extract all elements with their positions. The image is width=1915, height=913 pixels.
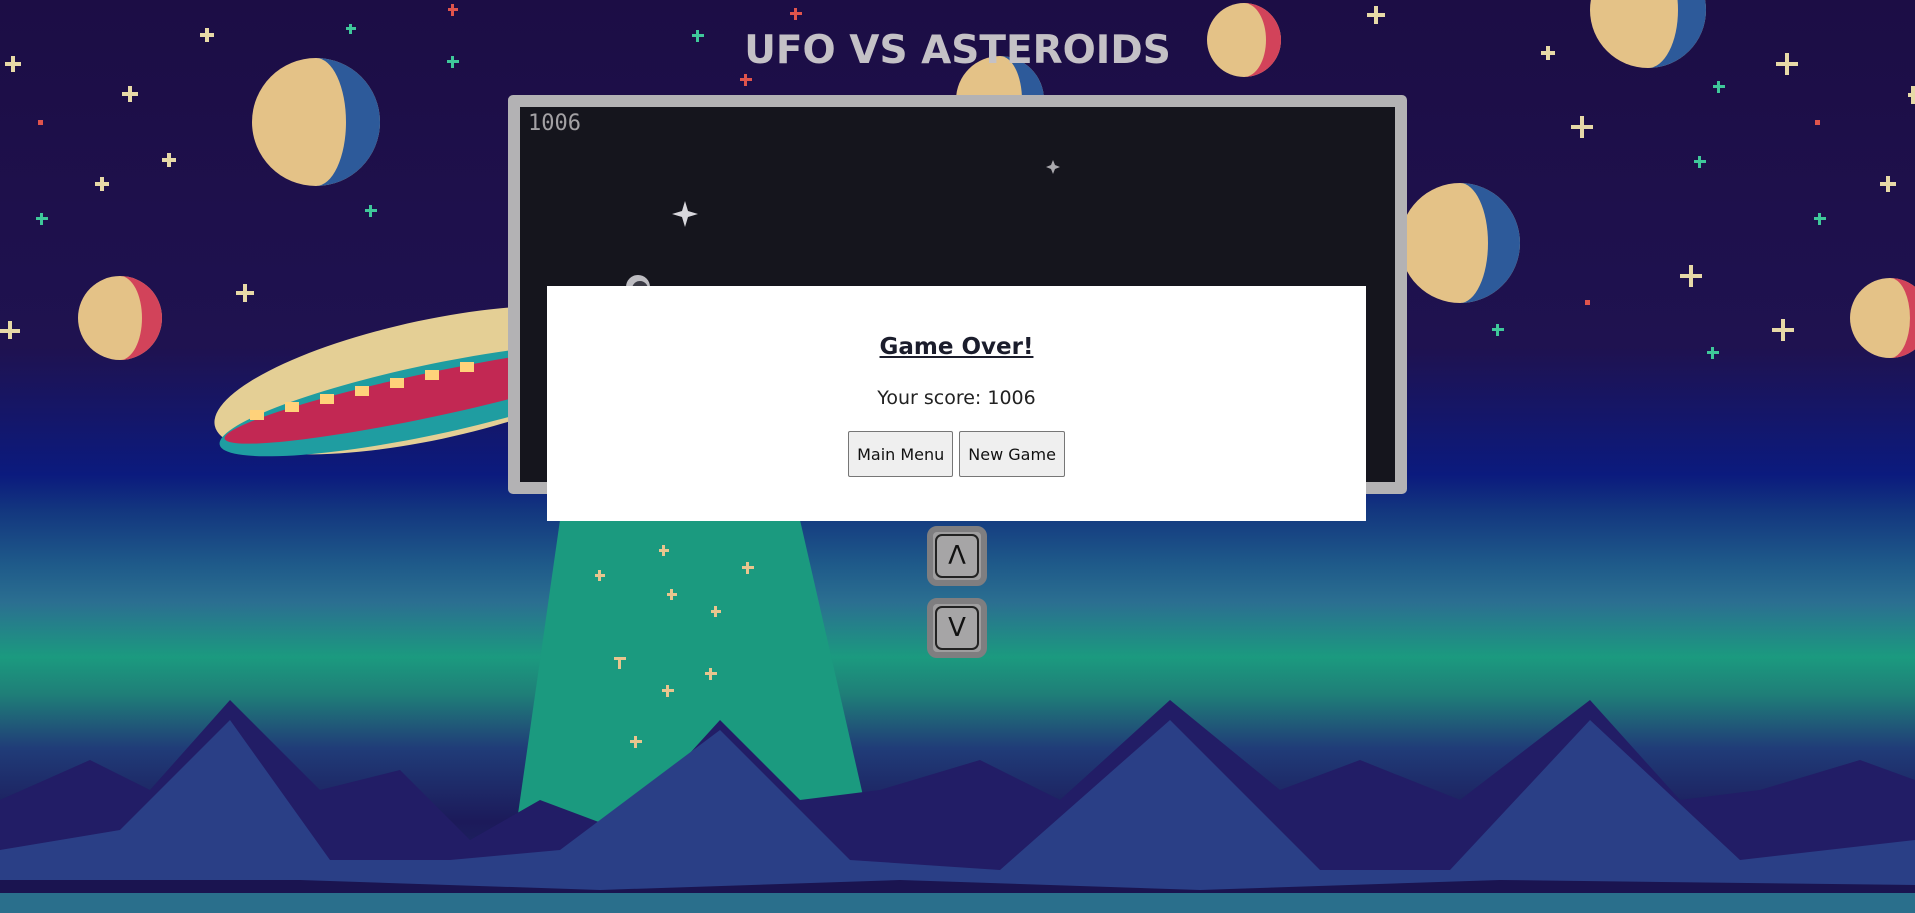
page-title: UFO VS ASTEROIDS — [744, 28, 1171, 73]
game-over-title: Game Over! — [879, 334, 1034, 360]
main-menu-button[interactable]: Main Menu — [848, 431, 954, 477]
new-game-button[interactable]: New Game — [959, 431, 1065, 477]
dialog-actions: Main Menu New Game — [547, 431, 1366, 477]
move-up-button[interactable]: Λ — [927, 526, 987, 586]
sparkle-icon — [672, 201, 698, 227]
down-arrow-icon: V — [935, 606, 979, 650]
background-mountains — [0, 700, 1915, 913]
final-score-text: Your score: 1006 — [877, 387, 1036, 409]
move-down-button[interactable]: V — [927, 598, 987, 658]
sparkle-icon — [1046, 160, 1060, 174]
up-arrow-icon: Λ — [935, 534, 979, 578]
game-over-dialog: Game Over! Your score: 1006 Main Menu Ne… — [547, 286, 1366, 521]
background-tractor-beam — [510, 520, 880, 870]
